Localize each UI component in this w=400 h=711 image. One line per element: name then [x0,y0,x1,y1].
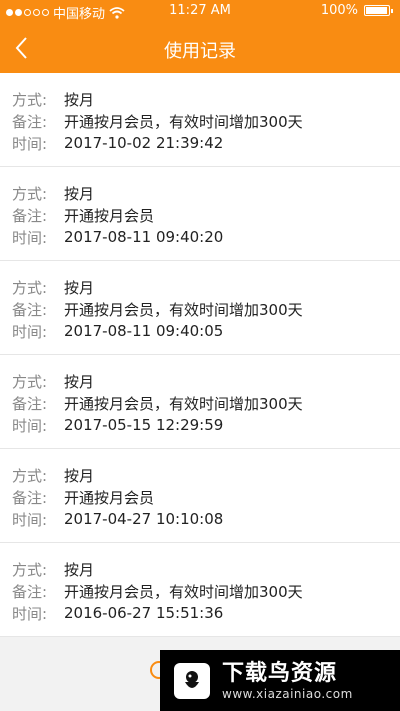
record-time-row: 时间: 2017-05-15 12:29:59 [12,414,400,436]
method-label: 方式: [12,90,48,109]
method-value: 按月 [64,278,95,297]
record-method-row: 方式: 按月 [12,182,400,204]
note-value: 开通按月会员，有效时间增加300天 [64,112,303,131]
method-label: 方式: [12,278,48,297]
list-item: 方式: 按月 备注: 开通按月会员，有效时间增加300天 时间: 2016-06… [0,543,400,637]
method-value: 按月 [64,90,95,109]
time-value: 2017-05-15 12:29:59 [64,416,224,434]
bird-logo-icon [174,662,210,699]
record-note-row: 备注: 开通按月会员，有效时间增加300天 [12,298,400,320]
time-label: 时间: [12,416,48,435]
watermark-banner: 下载鸟资源 www.xiazainiao.com [160,650,400,711]
watermark-title: 下载鸟资源 [222,660,338,686]
time-label: 时间: [12,510,48,529]
list-item: 方式: 按月 备注: 开通按月会员 时间: 2017-08-11 09:40:2… [0,167,400,261]
note-value: 开通按月会员，有效时间增加300天 [64,300,303,319]
battery-percent: 100% [320,3,358,18]
time-value: 2017-04-27 10:10:08 [64,510,224,528]
status-bar: 中国移动 11:27 AM 100% [0,0,400,24]
time-label: 时间: [12,228,48,247]
record-time-row: 时间: 2016-06-27 15:51:36 [12,602,400,624]
record-list: 方式: 按月 备注: 开通按月会员，有效时间增加300天 时间: 2017-10… [0,73,400,637]
record-time-row: 时间: 2017-08-11 09:40:05 [12,320,400,342]
note-label: 备注: [12,300,48,319]
time-value: 2017-10-02 21:39:42 [64,134,224,152]
method-label: 方式: [12,372,48,391]
time-value: 2017-08-11 09:40:20 [64,228,224,246]
watermark-url: www.xiazainiao.com [222,686,353,701]
record-time-row: 时间: 2017-10-02 21:39:42 [12,132,400,154]
note-label: 备注: [12,394,48,413]
battery-icon [364,5,393,16]
note-label: 备注: [12,582,48,601]
record-note-row: 备注: 开通按月会员，有效时间增加300天 [12,392,400,414]
nav-bar: 使用记录 [0,24,400,73]
method-label: 方式: [12,466,48,485]
watermark-text: 下载鸟资源 www.xiazainiao.com [222,661,353,701]
note-label: 备注: [12,206,48,225]
record-note-row: 备注: 开通按月会员，有效时间增加300天 [12,110,400,132]
method-value: 按月 [64,466,95,485]
note-value: 开通按月会员，有效时间增加300天 [64,394,303,413]
note-label: 备注: [12,488,48,507]
method-value: 按月 [64,372,95,391]
record-note-row: 备注: 开通按月会员，有效时间增加300天 [12,580,400,602]
record-method-row: 方式: 按月 [12,88,400,110]
record-method-row: 方式: 按月 [12,370,400,392]
method-label: 方式: [12,184,48,203]
list-item: 方式: 按月 备注: 开通按月会员，有效时间增加300天 时间: 2017-08… [0,261,400,355]
note-value: 开通按月会员 [64,206,155,225]
note-value: 开通按月会员 [64,488,155,507]
method-label: 方式: [12,560,48,579]
time-value: 2017-08-11 09:40:05 [64,322,224,340]
list-item: 方式: 按月 备注: 开通按月会员 时间: 2017-04-27 10:10:0… [0,449,400,543]
time-label: 时间: [12,604,48,623]
time-label: 时间: [12,322,48,341]
record-time-row: 时间: 2017-08-11 09:40:20 [12,226,400,248]
list-item: 方式: 按月 备注: 开通按月会员，有效时间增加300天 时间: 2017-10… [0,73,400,167]
page-title: 使用记录 [164,41,236,62]
record-method-row: 方式: 按月 [12,558,400,580]
app-header: 中国移动 11:27 AM 100% 使用记录 [0,0,400,73]
record-method-row: 方式: 按月 [12,464,400,486]
battery-status: 100% [320,3,393,18]
time-label: 时间: [12,134,48,153]
note-label: 备注: [12,112,48,131]
record-note-row: 备注: 开通按月会员 [12,486,400,508]
time-value: 2016-06-27 15:51:36 [64,604,224,622]
method-value: 按月 [64,560,95,579]
record-method-row: 方式: 按月 [12,276,400,298]
list-item: 方式: 按月 备注: 开通按月会员，有效时间增加300天 时间: 2017-05… [0,355,400,449]
note-value: 开通按月会员，有效时间增加300天 [64,582,303,601]
record-time-row: 时间: 2017-04-27 10:10:08 [12,508,400,530]
method-value: 按月 [64,184,95,203]
record-note-row: 备注: 开通按月会员 [12,204,400,226]
